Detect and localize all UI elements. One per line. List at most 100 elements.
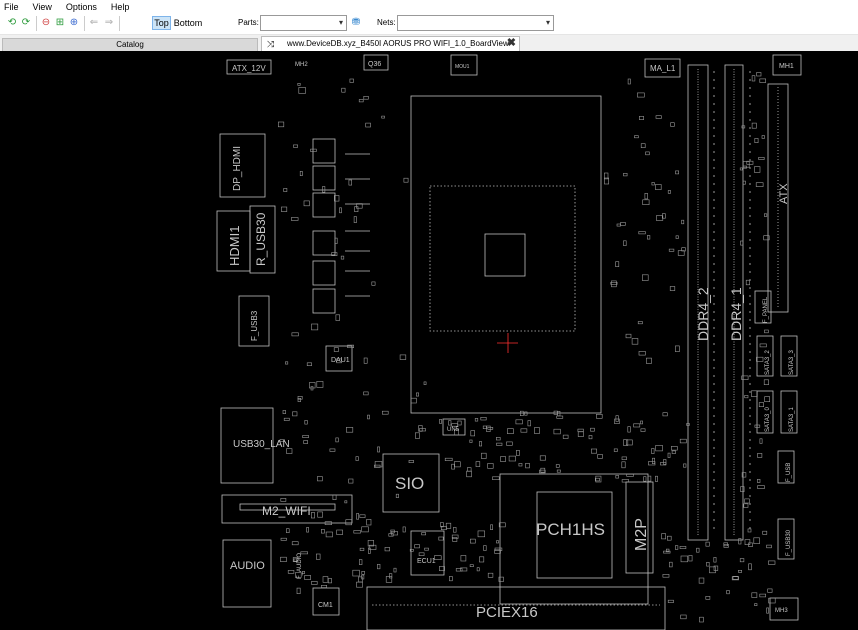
label-sata3-0: SATA3_0 [765, 407, 771, 432]
smd-component [751, 75, 756, 82]
smd-component [764, 329, 769, 334]
smd-component [353, 216, 357, 223]
audio-outline [222, 539, 272, 608]
smd-component [310, 148, 317, 152]
board-canvas[interactable]: ATX_12V MH2 Q36 MOU1 MA_L1 MH1 DP_HDMI H… [0, 51, 858, 630]
label-mh3: MH3 [775, 608, 788, 614]
smd-component [339, 207, 342, 214]
smd-component [322, 576, 329, 583]
smd-component [637, 92, 645, 98]
smd-component [348, 179, 352, 186]
smd-component [451, 534, 459, 539]
smd-component [345, 427, 354, 433]
crosshair-cursor [497, 333, 518, 353]
smd-component [533, 427, 540, 434]
smd-component [539, 455, 546, 461]
tab-document[interactable]: ⤨ www.DeviceDB.xyz_B450I AORUS PRO WIFI_… [261, 36, 520, 51]
smd-component [681, 219, 685, 225]
smd-component [766, 544, 772, 549]
smd-component [768, 560, 776, 565]
smd-component [448, 420, 452, 426]
smd-component [359, 547, 365, 551]
smd-component [666, 535, 672, 541]
zoom-out-icon[interactable]: ⊖ [40, 17, 52, 29]
tab-document-title: www.DeviceDB.xyz_B450I AORUS PRO WIFI_1.… [287, 39, 509, 48]
smd-component [321, 584, 327, 588]
smd-component [759, 593, 766, 598]
smd-component [361, 526, 369, 533]
close-icon[interactable]: ✖ [507, 36, 516, 50]
rotate-right-icon[interactable]: ⟳ [20, 17, 32, 29]
rotate-left-icon[interactable]: ⟲ [6, 17, 18, 29]
label-mh1: MH1 [779, 63, 794, 70]
smd-component [620, 222, 626, 226]
smd-component [524, 411, 528, 416]
smd-component [310, 512, 315, 519]
smd-component [367, 414, 370, 420]
smd-component [414, 432, 420, 439]
smd-component [745, 279, 751, 286]
bottom-side-button[interactable]: Bottom [173, 16, 203, 30]
smd-component [753, 537, 760, 544]
smd-component [296, 587, 301, 594]
toolbar-separator [84, 16, 85, 31]
smd-component [638, 116, 644, 120]
tab-catalog[interactable]: Catalog [2, 38, 258, 51]
search-part-icon[interactable]: ⛃ [350, 17, 362, 29]
smd-component [738, 538, 742, 545]
smd-component [755, 182, 764, 187]
smd-component [675, 235, 679, 239]
menu-view[interactable]: View [33, 2, 52, 12]
smd-component [621, 456, 627, 460]
smd-component [615, 415, 619, 422]
smd-component [611, 280, 617, 288]
smd-component [345, 519, 352, 526]
label-hdmi1: HDMI1 [227, 226, 242, 266]
nets-combobox[interactable]: ▾ [397, 15, 554, 31]
label-pch1hs: PCH1HS [536, 520, 605, 539]
smd-component [662, 574, 670, 578]
smd-component [757, 453, 763, 458]
smd-component [633, 423, 641, 428]
menu-options[interactable]: Options [66, 2, 97, 12]
board-drawing[interactable]: ATX_12V MH2 Q36 MOU1 MA_L1 MH1 DP_HDMI H… [0, 51, 858, 630]
smd-component [302, 435, 309, 438]
smd-component [384, 547, 390, 552]
label-mou1: MOU1 [455, 64, 470, 70]
menu-file[interactable]: File [4, 2, 19, 12]
back-arrow-icon[interactable]: ⇐ [88, 17, 100, 29]
smd-component [277, 121, 285, 128]
chevron-down-icon: ▾ [338, 18, 343, 27]
smd-component [298, 87, 306, 94]
smd-component [374, 461, 383, 468]
smd-component [616, 223, 621, 227]
parts-combobox[interactable]: ▾ [260, 15, 347, 31]
smd-component [644, 193, 648, 200]
smd-component [303, 200, 310, 207]
label-mh2: MH2 [295, 62, 308, 68]
smd-component [311, 581, 318, 585]
zoom-fit-icon[interactable]: ⊞ [54, 17, 66, 29]
label-r-usb30: R_USB30 [254, 212, 268, 266]
smd-component [309, 382, 316, 389]
smd-component [671, 450, 676, 454]
smd-component [418, 552, 425, 556]
smd-component [626, 473, 634, 477]
smd-component [625, 439, 633, 446]
smd-component [283, 417, 290, 421]
smd-component [679, 438, 687, 444]
menu-help[interactable]: Help [111, 2, 130, 12]
smd-component [590, 448, 597, 454]
smd-component [739, 167, 743, 171]
smd-component [341, 87, 346, 93]
smd-component [363, 391, 369, 396]
top-side-button[interactable]: Top [152, 16, 171, 30]
smd-component [751, 122, 757, 129]
forward-arrow-icon[interactable]: ⇒ [103, 17, 115, 29]
zoom-in-icon[interactable]: ⊕ [68, 17, 80, 29]
label-pciex16: PCIEX16 [476, 604, 538, 621]
smd-component [515, 419, 523, 425]
label-ma-l1: MA_L1 [650, 64, 676, 73]
label-dp-hdmi: DP_HDMI [232, 146, 243, 191]
label-usb30-lan: USB30_LAN [233, 439, 290, 450]
